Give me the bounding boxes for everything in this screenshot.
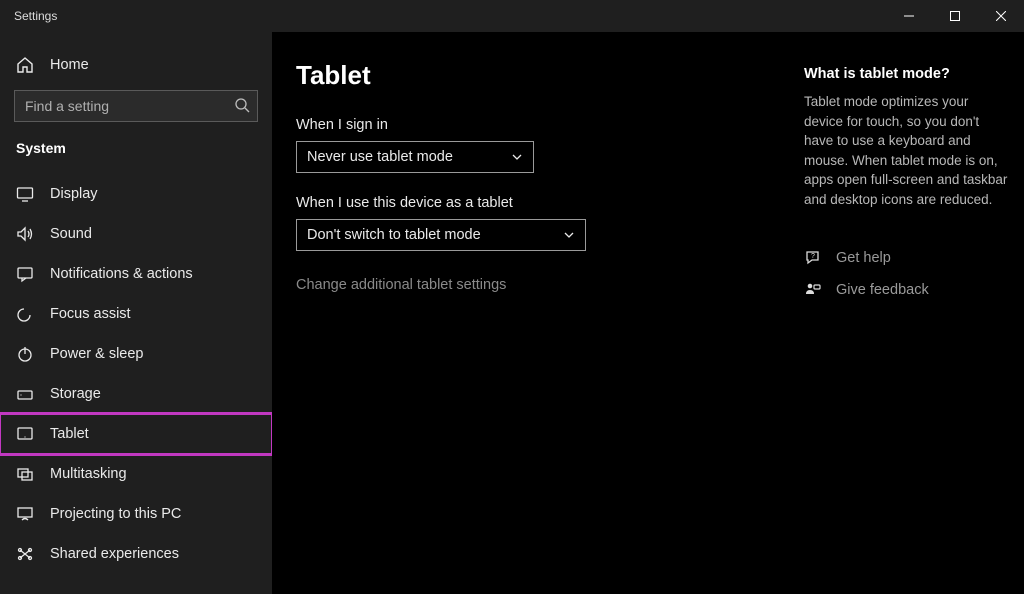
minimize-button[interactable] bbox=[886, 0, 932, 32]
aside-title: What is tablet mode? bbox=[804, 66, 1010, 82]
sidebar-item-projecting[interactable]: Projecting to this PC bbox=[0, 494, 272, 534]
category-label: System bbox=[0, 140, 272, 174]
close-button[interactable] bbox=[978, 0, 1024, 32]
aside-panel: What is tablet mode? Tablet mode optimiz… bbox=[804, 60, 1024, 594]
setting-label: When I use this device as a tablet bbox=[296, 195, 804, 211]
change-additional-link[interactable]: Change additional tablet settings bbox=[296, 277, 804, 293]
sidebar-item-storage[interactable]: Storage bbox=[0, 374, 272, 414]
maximize-button[interactable] bbox=[932, 0, 978, 32]
close-icon bbox=[996, 11, 1006, 21]
sidebar-item-power-sleep[interactable]: Power & sleep bbox=[0, 334, 272, 374]
storage-icon bbox=[16, 385, 34, 403]
notifications-icon bbox=[16, 265, 34, 283]
titlebar: Settings bbox=[0, 0, 1024, 32]
device-tablet-dropdown[interactable]: Don't switch to tablet mode bbox=[296, 219, 586, 251]
page-title: Tablet bbox=[296, 60, 804, 91]
setting-sign-in: When I sign in Never use tablet mode bbox=[296, 117, 804, 173]
sidebar-item-multitasking[interactable]: Multitasking bbox=[0, 454, 272, 494]
sidebar-item-sound[interactable]: Sound bbox=[0, 214, 272, 254]
sidebar-item-shared-exp[interactable]: Shared experiences bbox=[0, 534, 272, 574]
content-area: Tablet When I sign in Never use tablet m… bbox=[296, 60, 804, 594]
home-icon bbox=[16, 56, 34, 74]
sidebar-item-label: Tablet bbox=[50, 426, 89, 442]
window-title: Settings bbox=[0, 9, 886, 23]
aside-link-label: Give feedback bbox=[836, 282, 929, 298]
sidebar-item-label: Shared experiences bbox=[50, 546, 179, 562]
sidebar-item-tablet[interactable]: Tablet bbox=[0, 414, 272, 454]
multitasking-icon bbox=[16, 465, 34, 483]
give-feedback-link[interactable]: Give feedback bbox=[804, 281, 1010, 299]
svg-text:?: ? bbox=[811, 253, 815, 260]
dropdown-value: Don't switch to tablet mode bbox=[307, 227, 481, 243]
sidebar-item-label: Focus assist bbox=[50, 306, 131, 322]
home-label: Home bbox=[50, 57, 89, 73]
sidebar-item-display[interactable]: Display bbox=[0, 174, 272, 214]
search-icon bbox=[234, 97, 250, 113]
minimize-icon bbox=[904, 11, 914, 21]
sidebar-item-focus-assist[interactable]: Focus assist bbox=[0, 294, 272, 334]
main-panel: Tablet When I sign in Never use tablet m… bbox=[272, 32, 1024, 594]
sidebar-item-label: Notifications & actions bbox=[50, 266, 193, 282]
get-help-link[interactable]: ? Get help bbox=[804, 249, 1010, 267]
nav-list: Display Sound Notifications & actions Fo… bbox=[0, 174, 272, 574]
tablet-icon bbox=[16, 425, 34, 443]
projecting-icon bbox=[16, 505, 34, 523]
shared-experiences-icon bbox=[16, 545, 34, 563]
sidebar-item-label: Display bbox=[50, 186, 98, 202]
home-button[interactable]: Home bbox=[0, 46, 272, 84]
sidebar-item-label: Power & sleep bbox=[50, 346, 144, 362]
sidebar-item-label: Projecting to this PC bbox=[50, 506, 181, 522]
search-box[interactable] bbox=[14, 90, 258, 122]
aside-link-label: Get help bbox=[836, 250, 891, 266]
display-icon bbox=[16, 185, 34, 203]
power-icon bbox=[16, 345, 34, 363]
chevron-down-icon bbox=[563, 229, 575, 241]
sidebar-item-label: Multitasking bbox=[50, 466, 127, 482]
maximize-icon bbox=[950, 11, 960, 21]
window-controls bbox=[886, 0, 1024, 32]
aside-body: Tablet mode optimizes your device for to… bbox=[804, 92, 1010, 209]
dropdown-value: Never use tablet mode bbox=[307, 149, 453, 165]
sidebar-item-label: Sound bbox=[50, 226, 92, 242]
sidebar-item-notifications[interactable]: Notifications & actions bbox=[0, 254, 272, 294]
sound-icon bbox=[16, 225, 34, 243]
chevron-down-icon bbox=[511, 151, 523, 163]
setting-label: When I sign in bbox=[296, 117, 804, 133]
focus-assist-icon bbox=[16, 305, 34, 323]
feedback-icon bbox=[804, 281, 822, 299]
sidebar: Home System Display Sound Notifications … bbox=[0, 32, 272, 594]
help-icon: ? bbox=[804, 249, 822, 267]
sign-in-dropdown[interactable]: Never use tablet mode bbox=[296, 141, 534, 173]
setting-device-tablet: When I use this device as a tablet Don't… bbox=[296, 195, 804, 251]
sidebar-item-label: Storage bbox=[50, 386, 101, 402]
search-input[interactable] bbox=[14, 90, 258, 122]
